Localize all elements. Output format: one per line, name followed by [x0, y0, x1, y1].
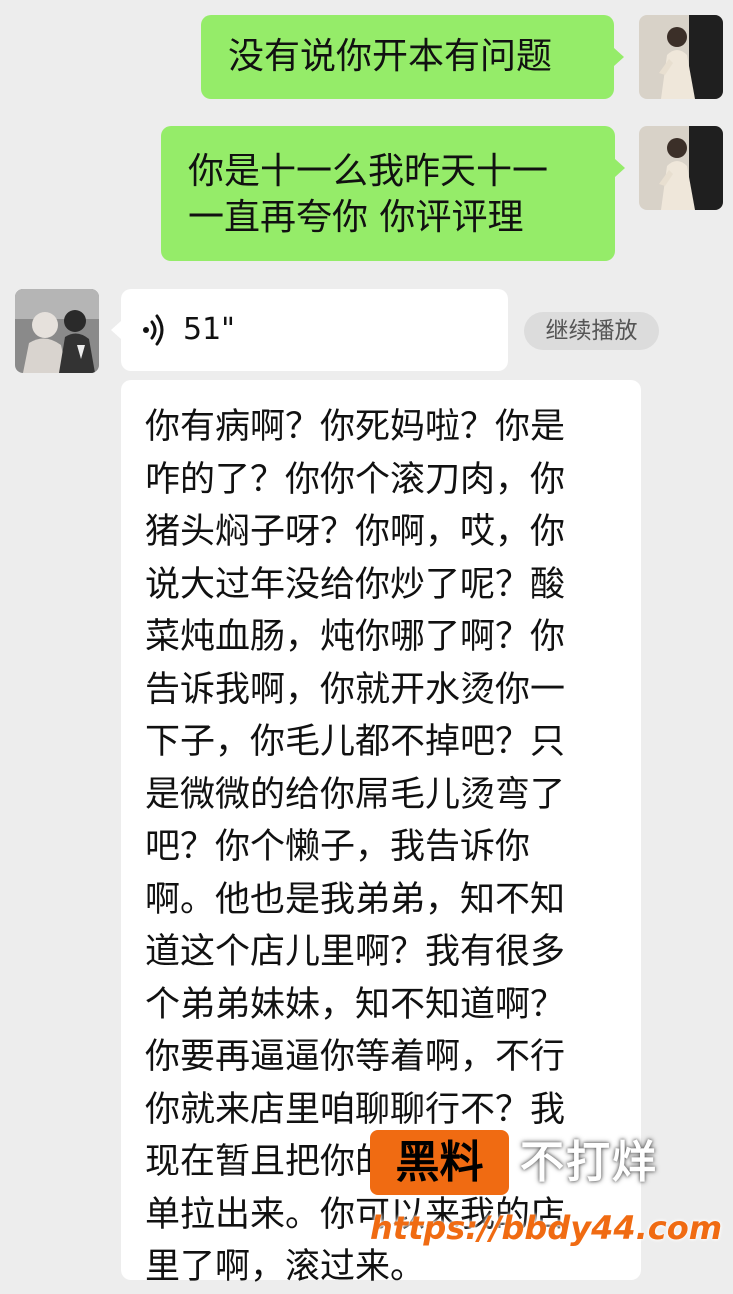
avatar-image: [15, 289, 99, 373]
watermark: 黑料 不打烊 https://bbdy44.com: [370, 1130, 722, 1255]
sender-avatar[interactable]: [639, 126, 723, 210]
contact-avatar[interactable]: [15, 289, 99, 373]
avatar-image: [639, 126, 723, 210]
voice-message-bubble[interactable]: 51": [111, 289, 508, 371]
watermark-logo: 黑料: [370, 1130, 509, 1195]
bubble-tail: [111, 321, 121, 339]
bubble-tail: [615, 159, 625, 177]
avatar-image: [639, 15, 723, 99]
continue-playback-button[interactable]: 继续播放: [524, 312, 659, 350]
watermark-url: https://bbdy44.com: [370, 1209, 723, 1247]
outgoing-message-bubble[interactable]: 你是十一么我昨天十一 一直再夸你 你评评理: [161, 126, 625, 261]
message-text: 你是十一么我昨天十一 一直再夸你 你评评理: [188, 151, 549, 238]
watermark-tagline: 不打烊: [520, 1137, 658, 1188]
voice-wave-icon: [141, 310, 169, 354]
message-text: 没有说你开本有问题: [228, 36, 553, 77]
outgoing-message-bubble[interactable]: 没有说你开本有问题: [201, 15, 624, 99]
sender-avatar[interactable]: [639, 15, 723, 99]
voice-duration: 51": [183, 312, 235, 347]
bubble-tail: [614, 48, 624, 66]
